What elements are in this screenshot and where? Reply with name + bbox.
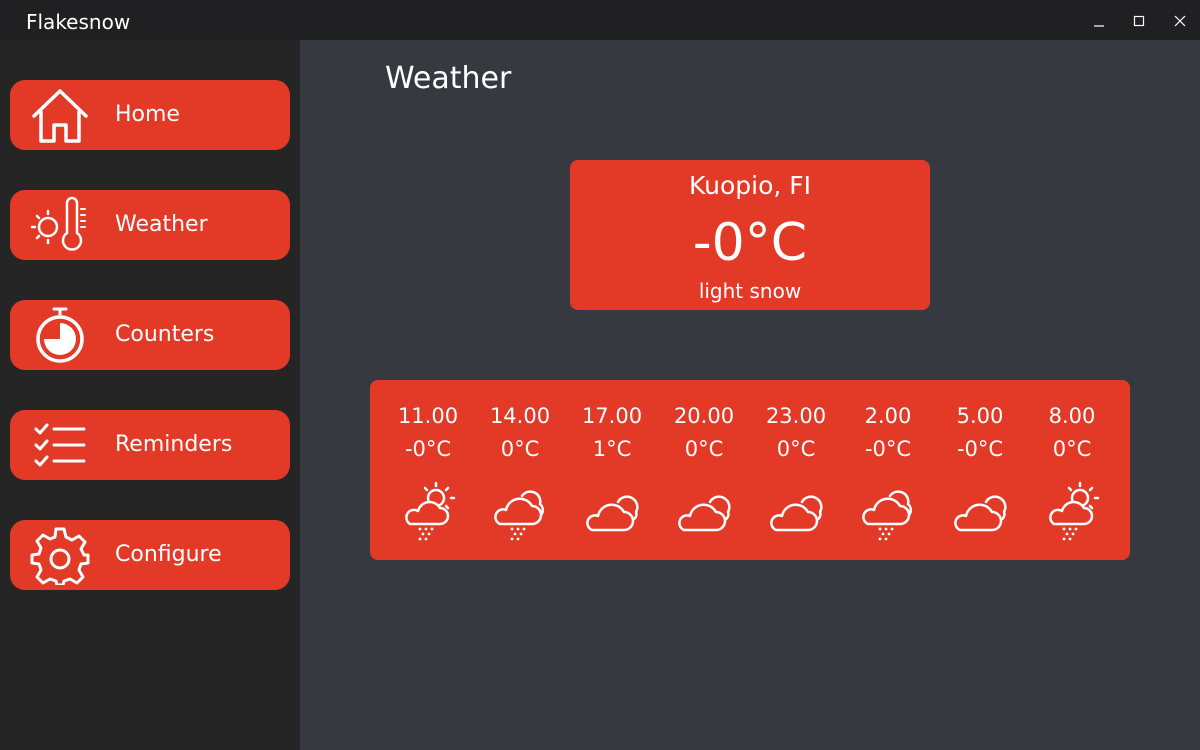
current-weather-card: Kuopio, FI -0°C light snow (570, 160, 930, 310)
forecast-temp: 0°C (1052, 437, 1092, 461)
forecast-item: 11.00 -0°C (382, 380, 474, 560)
forecast-item: 2.00 -0°C (842, 380, 934, 560)
gear-icon (28, 525, 92, 585)
forecast-time: 2.00 (864, 404, 912, 428)
forecast-card: 11.00 -0°C 14.00 0°C 17.00 1°C 20.00 0°C… (370, 380, 1130, 560)
forecast-time: 17.00 (581, 404, 643, 428)
app-window: Flakesnow Home Weather Counters Reminder… (0, 0, 1200, 750)
sidebar-item-label: Configure (115, 542, 222, 567)
minimize-button[interactable] (1081, 8, 1117, 34)
forecast-time: 14.00 (489, 404, 551, 428)
sidebar-item-counters[interactable]: Counters (10, 300, 290, 370)
sidebar-item-configure[interactable]: Configure (10, 520, 290, 590)
page-title: Weather (385, 61, 512, 96)
sidebar-item-reminders[interactable]: Reminders (10, 410, 290, 480)
forecast-time: 11.00 (397, 404, 459, 428)
forecast-temp: -0°C (864, 437, 912, 461)
current-condition: light snow (698, 279, 802, 303)
cloud-icon (766, 480, 826, 544)
forecast-temp: 1°C (592, 437, 632, 461)
location-label: Kuopio, FI (688, 171, 812, 200)
cloud-snow-icon (490, 480, 550, 544)
sidebar-item-label: Home (115, 102, 180, 127)
forecast-item: 8.00 0°C (1026, 380, 1118, 560)
home-icon (28, 85, 92, 145)
sidebar-item-label: Counters (115, 322, 215, 347)
maximize-button[interactable] (1121, 8, 1157, 34)
forecast-temp: -0°C (956, 437, 1004, 461)
forecast-temp: -0°C (404, 437, 452, 461)
stopwatch-icon (28, 305, 92, 365)
close-icon (1174, 15, 1186, 27)
cloud-icon (674, 480, 734, 544)
forecast-item: 17.00 1°C (566, 380, 658, 560)
forecast-time: 5.00 (956, 404, 1004, 428)
minimize-icon (1094, 25, 1104, 27)
close-button[interactable] (1162, 8, 1198, 34)
forecast-item: 20.00 0°C (658, 380, 750, 560)
maximize-icon (1133, 15, 1145, 27)
sidebar-item-label: Reminders (115, 432, 233, 457)
cloud-icon (950, 480, 1010, 544)
forecast-item: 14.00 0°C (474, 380, 566, 560)
sidebar-item-label: Weather (115, 212, 208, 237)
thermometer-sun-icon (28, 195, 92, 255)
sun-cloud-snow-icon (398, 480, 458, 544)
forecast-temp: 0°C (500, 437, 540, 461)
cloud-icon (582, 480, 642, 544)
current-temperature: -0°C (692, 213, 808, 273)
forecast-temp: 0°C (684, 437, 724, 461)
cloud-snow-icon (858, 480, 918, 544)
checklist-icon (28, 415, 92, 475)
forecast-time: 20.00 (673, 404, 735, 428)
app-title: Flakesnow (26, 10, 131, 34)
sidebar-item-weather[interactable]: Weather (10, 190, 290, 260)
forecast-item: 5.00 -0°C (934, 380, 1026, 560)
title-bar: Flakesnow (0, 0, 1200, 40)
sidebar-item-home[interactable]: Home (10, 80, 290, 150)
forecast-item: 23.00 0°C (750, 380, 842, 560)
sidebar: Home Weather Counters Reminders Configur… (0, 40, 300, 750)
forecast-time: 23.00 (765, 404, 827, 428)
forecast-temp: 0°C (776, 437, 816, 461)
sun-cloud-snow-icon (1042, 480, 1102, 544)
forecast-time: 8.00 (1048, 404, 1096, 428)
